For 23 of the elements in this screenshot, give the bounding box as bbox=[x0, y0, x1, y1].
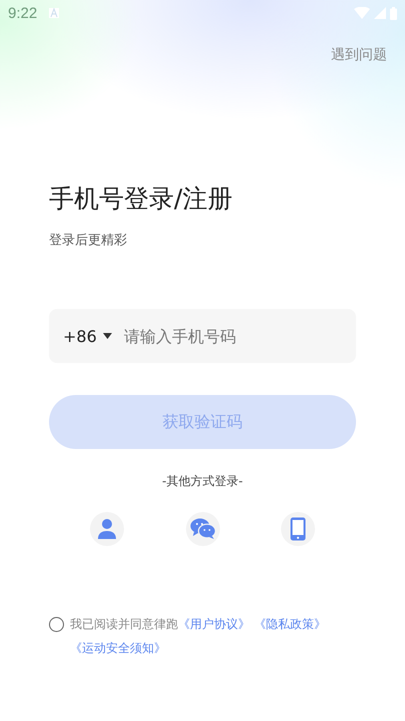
status-time: 9:22 bbox=[8, 4, 38, 22]
agree-radio[interactable] bbox=[49, 617, 64, 632]
battery-icon bbox=[390, 6, 397, 20]
page-title: 手机号登录/注册 bbox=[49, 183, 232, 215]
country-code-selector[interactable]: +86 bbox=[63, 326, 112, 346]
agreement-link[interactable]: 《用户协议》 bbox=[178, 617, 250, 631]
help-link[interactable]: 遇到问题 bbox=[331, 46, 387, 64]
agreement-text: 我已阅读并同意律跑 bbox=[70, 617, 178, 631]
agreement-link[interactable]: 《运动安全须知》 bbox=[70, 641, 166, 655]
caret-icon bbox=[102, 333, 112, 339]
person-icon bbox=[97, 518, 117, 540]
login-method-button[interactable] bbox=[281, 512, 315, 546]
notification-icon bbox=[49, 8, 60, 18]
login-method-button[interactable] bbox=[90, 512, 124, 546]
phone-input-field[interactable]: +86 请输入手机号码 bbox=[49, 309, 356, 363]
login-method-button[interactable] bbox=[186, 512, 220, 546]
wifi-icon bbox=[354, 7, 370, 19]
mobile-phone-icon bbox=[290, 517, 306, 541]
agreement-link[interactable]: 《隐私政策》 bbox=[254, 617, 326, 631]
other-methods-label: -其他方式登录- bbox=[162, 473, 243, 490]
subtitle: 登录后更精彩 bbox=[49, 232, 127, 249]
chat-bubbles-icon bbox=[190, 518, 216, 540]
signal-icon bbox=[374, 7, 386, 19]
